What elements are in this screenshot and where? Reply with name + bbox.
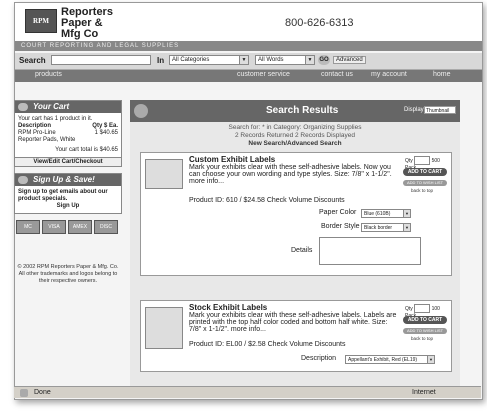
cart-icon xyxy=(18,103,28,111)
add-to-cart-button[interactable]: ADD TO CART xyxy=(403,168,447,176)
results-panel: Search Results Display: Thumbnail Search… xyxy=(130,100,460,390)
visa-icon: VISA xyxy=(42,220,66,234)
description-label: Description xyxy=(301,355,337,362)
new-search-link[interactable]: New Search/Advanced Search xyxy=(130,140,460,148)
cart-item-price: $40.65 xyxy=(99,130,118,136)
add-to-cart-button[interactable]: ADD TO CART xyxy=(403,316,447,324)
results-title: Search Results xyxy=(266,105,339,116)
search-input[interactable] xyxy=(51,55,151,65)
advanced-search-button[interactable]: Advanced xyxy=(333,56,366,64)
nav-home[interactable]: home xyxy=(433,71,451,78)
product-card: Stock Exhibit Labels Mark your exhibits … xyxy=(140,300,452,372)
paper-color-value: Blue (610B) xyxy=(364,211,391,217)
add-to-wish-list-button[interactable]: ADD TO WISH LIST xyxy=(403,180,447,186)
paper-color-label: Paper Color xyxy=(319,209,357,216)
product-title[interactable]: Custom Exhibit Labels xyxy=(189,155,275,164)
site-header: RPM Reporters Paper & Mfg Co 800-626-631… xyxy=(15,3,482,51)
product-id: Product ID: 610 / $24.58 xyxy=(189,197,265,204)
view-edit-cart-button[interactable]: View/Edit Cart/Checkout xyxy=(15,157,121,166)
product-thumbnail[interactable] xyxy=(145,159,183,189)
chevron-down-icon: ▼ xyxy=(305,56,314,64)
category-value: All Categories xyxy=(172,57,210,63)
discover-icon: DISC xyxy=(94,220,118,234)
signup-text: Sign up to get emails about our product … xyxy=(18,189,108,202)
product-card: Custom Exhibit Labels Mark your exhibits… xyxy=(140,152,452,276)
cart-title: Your Cart xyxy=(33,102,70,111)
cart-header: Your Cart xyxy=(15,101,121,113)
nav-my-account[interactable]: my account xyxy=(371,71,407,78)
product-description: Mark your exhibits clear with these self… xyxy=(189,312,397,333)
words-select[interactable]: All Words ▼ xyxy=(255,55,315,65)
border-style-select[interactable]: Black border ▼ xyxy=(361,223,411,232)
nav-products[interactable]: products xyxy=(35,71,62,78)
details-textarea[interactable] xyxy=(319,237,421,265)
details-label: Details xyxy=(291,247,313,254)
chevron-down-icon: ▼ xyxy=(403,224,410,231)
description-value: Appellant's Exhibit, Red (EL19) xyxy=(348,357,418,363)
qty-label: Qty xyxy=(405,157,413,164)
category-select[interactable]: All Categories ▼ xyxy=(169,55,249,65)
product-id-price: Product ID: EL00 / $2.58 Check Volume Di… xyxy=(189,341,345,348)
cart-col-desc: Description xyxy=(18,123,52,129)
paper-color-select[interactable]: Blue (610B) ▼ xyxy=(361,209,411,218)
results-count-line: 2 Records Returned 2 Records Displayed xyxy=(235,132,355,139)
product-thumbnail[interactable] xyxy=(145,307,183,349)
main-nav: products customer service contact us my … xyxy=(15,70,482,82)
nav-customer-service[interactable]: customer service xyxy=(237,71,290,78)
go-button[interactable]: GO xyxy=(318,55,330,65)
product-title[interactable]: Stock Exhibit Labels xyxy=(189,303,267,312)
qty-label: Qty xyxy=(405,305,413,312)
copyright: © 2002 RPM Reporters Paper & Mfg. Co. Al… xyxy=(17,264,119,284)
cart-item-name[interactable]: RPM Pro-Line Reporter Pads, White xyxy=(18,130,78,144)
chevron-down-icon: ▼ xyxy=(239,56,248,64)
results-info: Search for: * in Category: Organizing Su… xyxy=(130,124,460,148)
amex-icon: AMEX xyxy=(68,220,92,234)
results-header: Search Results Display: Thumbnail xyxy=(130,100,460,122)
signup-title: Sign Up & Save! xyxy=(33,175,95,184)
qty-input[interactable] xyxy=(414,304,431,313)
nav-contact-us[interactable]: contact us xyxy=(321,71,353,78)
cart-icon xyxy=(134,104,148,118)
product-description: Mark your exhibits clear with these self… xyxy=(189,164,392,185)
sidebar: Your Cart Your cart has 1 product in it.… xyxy=(14,100,122,360)
phone-number: 800-626-6313 xyxy=(285,17,354,29)
search-bar: Search In All Categories ▼ All Words ▼ GO … xyxy=(15,53,482,70)
signup-header: Sign Up & Save! xyxy=(15,174,121,186)
signup-link[interactable]: Sign Up xyxy=(18,203,118,210)
chevron-down-icon: ▼ xyxy=(403,210,410,217)
cart-box: Your Cart Your cart has 1 product in it.… xyxy=(14,100,122,167)
display-label: Display: xyxy=(404,107,426,113)
volume-discounts-link[interactable]: Check Volume Discounts xyxy=(268,341,346,348)
back-to-top-link[interactable]: back to top xyxy=(411,336,433,341)
brand-name: Reporters Paper & Mfg Co xyxy=(61,7,113,40)
qty-input[interactable] xyxy=(414,156,431,165)
back-to-top-link[interactable]: back to top xyxy=(411,188,433,193)
signup-box: Sign Up & Save! Sign up to get emails ab… xyxy=(14,173,122,214)
cart-total: Your cart total is $40.65 xyxy=(55,147,118,153)
search-label: Search xyxy=(19,56,46,65)
brand-line-3: Mfg Co xyxy=(61,28,99,40)
product-id-price: Product ID: 610 / $24.58 Check Volume Di… xyxy=(189,197,345,204)
chevron-down-icon: ▼ xyxy=(427,356,434,363)
cart-col-qty: Qty xyxy=(92,123,103,129)
credit-cards: MC VISA AMEX DISC xyxy=(16,220,120,234)
mastercard-icon: MC xyxy=(16,220,40,234)
display-select[interactable]: Thumbnail xyxy=(424,106,456,114)
tagline: COURT REPORTING AND LEGAL SUPPLIES xyxy=(15,41,482,51)
rpm-logo[interactable]: RPM xyxy=(25,9,57,33)
search-in-label: In xyxy=(157,56,165,65)
words-value: All Words xyxy=(258,57,284,63)
cart-item-qty: 1 xyxy=(94,130,98,136)
border-style-value: Black border xyxy=(364,225,393,231)
add-to-wish-list-button[interactable]: ADD TO WISH LIST xyxy=(403,328,447,334)
cart-col-ea: $ Ea. xyxy=(103,123,118,129)
results-search-line: Search for: * in Category: Organizing Su… xyxy=(228,124,362,131)
product-id: Product ID: EL00 / $2.58 xyxy=(189,341,266,348)
cart-summary: Your cart has 1 product in it. xyxy=(18,116,93,122)
envelope-icon xyxy=(18,176,28,184)
description-select[interactable]: Appellant's Exhibit, Red (EL19) ▼ xyxy=(345,355,435,364)
volume-discounts-link[interactable]: Check Volume Discounts xyxy=(267,197,345,204)
border-style-label: Border Style xyxy=(321,223,360,230)
